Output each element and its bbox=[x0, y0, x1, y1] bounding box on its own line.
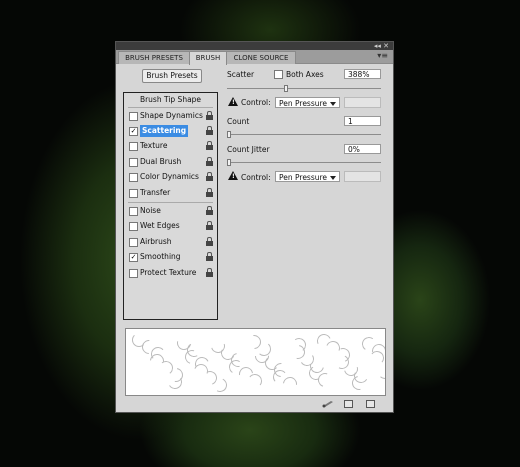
list-item-label: Color Dynamics bbox=[140, 172, 199, 181]
brush-presets-button[interactable]: Brush Presets bbox=[142, 69, 202, 83]
list-item-shape-dynamics[interactable]: Shape Dynamics bbox=[126, 110, 215, 122]
lock-icon[interactable] bbox=[206, 221, 213, 230]
checkbox[interactable] bbox=[129, 189, 138, 198]
list-item-scattering[interactable]: ✓ Scattering bbox=[126, 125, 215, 137]
panel-tabs: BRUSH PRESETS BRUSH CLONE SOURCE ▾≡ bbox=[116, 50, 393, 65]
checkbox[interactable] bbox=[129, 222, 138, 231]
list-divider bbox=[128, 107, 213, 108]
lock-icon[interactable] bbox=[206, 111, 213, 120]
count-jitter-label: Count Jitter bbox=[227, 145, 270, 154]
lock-icon[interactable] bbox=[206, 141, 213, 150]
list-item-label: Noise bbox=[140, 206, 161, 215]
list-item-label: Transfer bbox=[140, 188, 171, 197]
checkbox[interactable] bbox=[129, 173, 138, 182]
select-value: Pen Pressure bbox=[279, 173, 328, 182]
list-item-label: Wet Edges bbox=[140, 221, 180, 230]
lock-icon[interactable] bbox=[206, 206, 213, 215]
count-label: Count bbox=[227, 117, 250, 126]
tab-clone-source[interactable]: CLONE SOURCE bbox=[226, 51, 296, 64]
brush-panel: ◂◂ ✕ BRUSH PRESETS BRUSH CLONE SOURCE ▾≡… bbox=[115, 41, 394, 413]
list-item-label: Airbrush bbox=[140, 237, 172, 246]
both-axes-checkbox[interactable] bbox=[274, 70, 283, 79]
select-value: Pen Pressure bbox=[279, 99, 328, 108]
lock-icon[interactable] bbox=[206, 126, 213, 135]
list-item-texture[interactable]: Texture bbox=[126, 140, 215, 152]
checkbox[interactable] bbox=[129, 207, 138, 216]
tab-brush[interactable]: BRUSH bbox=[189, 51, 227, 65]
collapse-close-icons[interactable]: ◂◂ ✕ bbox=[374, 42, 389, 50]
checkbox[interactable]: ✓ bbox=[129, 253, 138, 262]
checkbox[interactable] bbox=[129, 158, 138, 167]
lock-icon[interactable] bbox=[206, 252, 213, 261]
checkbox[interactable] bbox=[129, 238, 138, 247]
list-item-dual-brush[interactable]: Dual Brush bbox=[126, 156, 215, 168]
checkbox[interactable]: ✓ bbox=[129, 127, 138, 136]
tab-brush-presets[interactable]: BRUSH PRESETS bbox=[118, 51, 190, 64]
panel-titlebar: ◂◂ ✕ bbox=[116, 42, 393, 50]
checkbox[interactable] bbox=[129, 142, 138, 151]
warning-glyph: ! bbox=[232, 99, 235, 106]
create-new-brush-icon[interactable] bbox=[366, 400, 375, 408]
scatter-slider-thumb[interactable] bbox=[284, 85, 288, 92]
list-item-label: Shape Dynamics bbox=[140, 111, 203, 120]
list-item-label: Protect Texture bbox=[140, 268, 197, 277]
panel-menu-icon[interactable]: ▾≡ bbox=[377, 51, 388, 60]
list-divider bbox=[128, 202, 213, 203]
scatter-value-field[interactable]: 388% bbox=[344, 69, 381, 79]
chevron-down-icon bbox=[330, 176, 336, 180]
lock-icon[interactable] bbox=[206, 157, 213, 166]
count-jitter-control-select[interactable]: Pen Pressure bbox=[275, 171, 340, 182]
warning-icon: ! bbox=[228, 97, 238, 106]
count-jitter-control-label: Control: bbox=[241, 173, 271, 182]
list-item-label: Dual Brush bbox=[140, 157, 182, 166]
count-value-field[interactable]: 1 bbox=[344, 116, 381, 126]
list-item-color-dynamics[interactable]: Color Dynamics bbox=[126, 171, 215, 183]
brush-tip-shape-item[interactable]: Brush Tip Shape bbox=[124, 95, 217, 104]
list-item-label: Scattering bbox=[140, 125, 189, 137]
warning-icon: ! bbox=[228, 171, 238, 180]
list-item-wet-edges[interactable]: Wet Edges bbox=[126, 220, 215, 232]
both-axes-label: Both Axes bbox=[286, 70, 324, 79]
checkbox[interactable] bbox=[129, 112, 138, 121]
lock-icon[interactable] bbox=[206, 172, 213, 181]
lock-icon[interactable] bbox=[206, 237, 213, 246]
count-jitter-control-disabled-field bbox=[344, 171, 381, 182]
list-item-smoothing[interactable]: ✓ Smoothing bbox=[126, 251, 215, 263]
scatter-control-label: Control: bbox=[241, 98, 271, 107]
list-item-noise[interactable]: Noise bbox=[126, 205, 215, 217]
scatter-slider-track[interactable] bbox=[227, 88, 381, 89]
brush-settings-list: Brush Tip Shape Shape Dynamics ✓ Scatter… bbox=[123, 92, 218, 320]
lock-icon[interactable] bbox=[206, 188, 213, 197]
preview-dab bbox=[385, 369, 386, 389]
open-preset-manager-icon[interactable] bbox=[344, 400, 353, 408]
list-item-label: Texture bbox=[140, 141, 168, 150]
scatter-control-disabled-field bbox=[344, 97, 381, 108]
list-item-airbrush[interactable]: Airbrush bbox=[126, 236, 215, 248]
brush-stroke-preview bbox=[125, 328, 386, 396]
count-jitter-value-field[interactable]: 0% bbox=[344, 144, 381, 154]
chevron-down-icon bbox=[330, 102, 336, 106]
count-jitter-slider-thumb[interactable] bbox=[227, 159, 231, 166]
scatter-label: Scatter bbox=[227, 70, 255, 79]
warning-glyph: ! bbox=[232, 173, 235, 180]
preview-dab bbox=[378, 364, 385, 380]
scatter-control-select[interactable]: Pen Pressure bbox=[275, 97, 340, 108]
list-item-transfer[interactable]: Transfer bbox=[126, 187, 215, 199]
count-slider-thumb[interactable] bbox=[227, 131, 231, 138]
count-slider-track[interactable] bbox=[227, 134, 381, 135]
preview-dab bbox=[247, 373, 264, 389]
list-item-protect-texture[interactable]: Protect Texture bbox=[126, 267, 215, 279]
lock-icon[interactable] bbox=[206, 268, 213, 277]
list-item-label: Smoothing bbox=[140, 252, 181, 261]
checkbox[interactable] bbox=[129, 269, 138, 278]
toggle-live-tip-preview-icon[interactable] bbox=[322, 400, 333, 408]
count-jitter-slider-track[interactable] bbox=[227, 162, 381, 163]
